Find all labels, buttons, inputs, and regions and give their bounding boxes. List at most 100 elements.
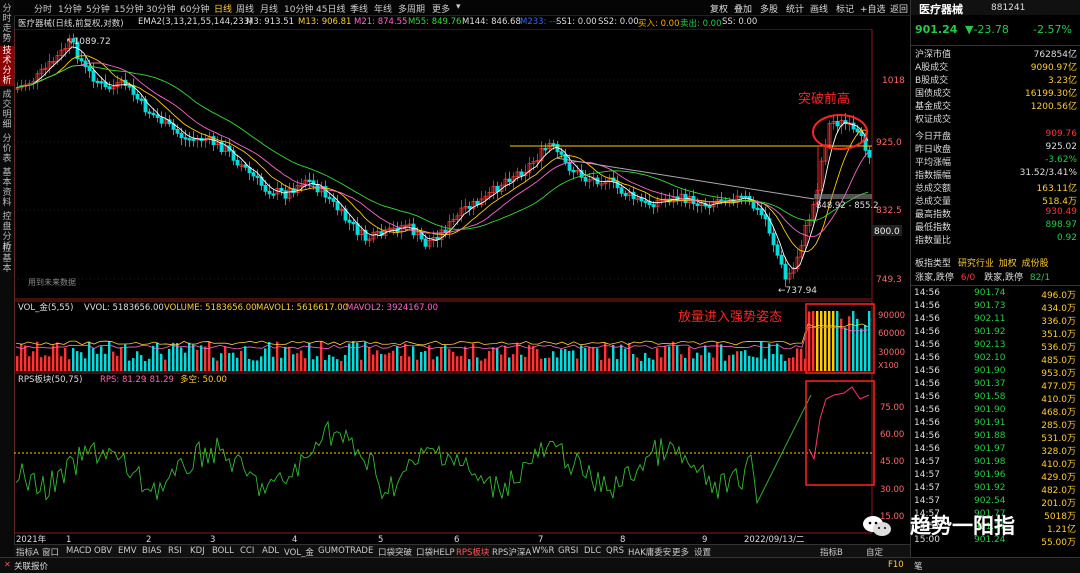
close-icon[interactable]: ✕ [4, 560, 11, 569]
vtab-deals[interactable]: 成交明细 [0, 90, 14, 130]
chevron-down-icon[interactable]: ▾ [456, 2, 461, 12]
tick-time: 14:57 [914, 483, 940, 493]
tick-row: 14:56 901.74 496.0万 [914, 288, 1078, 301]
quote-row-label: 沪深市值 [915, 50, 952, 60]
tab-more[interactable]: 更多 [432, 2, 450, 15]
indicator-tab[interactable]: MACD [66, 546, 91, 556]
tick-mode-button[interactable]: 笔 [914, 560, 923, 572]
tab-monthly[interactable]: 月线 [260, 2, 278, 15]
volume-bar [240, 350, 243, 371]
volume-bar [344, 354, 347, 371]
candle-body [335, 201, 340, 211]
tab-30min[interactable]: 30分钟 [146, 2, 175, 15]
volume-bar [608, 358, 611, 371]
tick-row: 14:56 902.10 485.0万 [914, 353, 1078, 366]
vtab-price-table[interactable]: 分价表 [0, 134, 14, 166]
indicator-tab[interactable]: DLC [584, 546, 601, 556]
volume-bar [280, 357, 283, 371]
svg-text:60000: 60000 [878, 329, 905, 339]
tab-weekly[interactable]: 周线 [236, 2, 254, 15]
volume-bar [304, 358, 307, 371]
legend-m55: M55: 849.76 [408, 17, 462, 27]
f10-button[interactable]: F10 [888, 560, 904, 570]
tab-15min[interactable]: 15分钟 [114, 2, 143, 15]
quote-row-label: 最高指数 [915, 210, 952, 220]
indicator-tab[interactable]: W%R [532, 546, 554, 556]
volume-bar [412, 346, 415, 371]
indicator-tab[interactable]: BOLL [212, 546, 234, 556]
volume-bar [552, 351, 555, 371]
candle-body [707, 205, 712, 208]
indicator-tab[interactable]: QRS [606, 546, 624, 556]
tab-year[interactable]: 年线 [374, 2, 392, 15]
volume-bar [168, 348, 171, 371]
candle-body [519, 171, 524, 176]
multi-stock-button[interactable]: 多股 [760, 2, 778, 15]
tab-daily[interactable]: 日线 [214, 2, 232, 15]
indicator-tab[interactable]: KDJ [190, 546, 205, 556]
volume-bar [548, 357, 551, 371]
kline-chart[interactable]: 1018 925.0 832.5 800.0 749.3 ↖1089.72 ←7… [14, 29, 910, 544]
volume-bar [632, 353, 635, 371]
tick-row: 14:56 902.13 536.0万 [914, 340, 1078, 353]
add-favorite-button[interactable]: +自选 [860, 2, 886, 15]
tab-season[interactable]: 季线 [350, 2, 368, 15]
restore-button[interactable]: 复权 [710, 2, 728, 15]
volume-bar [200, 345, 203, 371]
tick-time: 14:56 [914, 366, 940, 376]
mark-button[interactable]: 标记 [836, 2, 854, 15]
candle-body [779, 254, 784, 265]
indicator-tab[interactable]: GUMOTRADE [318, 546, 373, 556]
volume-bar [616, 359, 619, 371]
candle-body [279, 187, 284, 192]
tick-row: 14:57 901.98 410.0万 [914, 457, 1078, 470]
vtab-fundamentals[interactable]: 基本资料 [0, 168, 14, 208]
indicator-tab[interactable]: GRSI [558, 546, 578, 556]
volume-bar [276, 341, 279, 371]
tick-time: 14:56 [914, 314, 940, 324]
volume-bar [324, 359, 327, 371]
tab-10min[interactable]: 10分钟 [284, 2, 313, 15]
quote-row-value: 163.11亿 [1036, 184, 1078, 194]
indicator-tab[interactable]: BIAS [142, 546, 162, 556]
volume-bar [488, 351, 491, 371]
quote-row: 指数量比 0.92 [915, 233, 1077, 246]
tab-multi-period[interactable]: 多周期 [398, 2, 425, 15]
volume-bar [624, 348, 627, 371]
volume-bar [52, 345, 55, 371]
overlay-button[interactable]: 叠加 [734, 2, 752, 15]
candle-body [739, 195, 744, 198]
candle-body [571, 170, 576, 173]
back-button[interactable]: 返回 [890, 2, 908, 15]
volume-axis: 90000 60000 30000 X100 [878, 311, 905, 370]
vtab-basic[interactable]: 控基本 [0, 244, 14, 274]
indicator-tab[interactable]: ADL [262, 546, 279, 556]
volume-bar [532, 345, 535, 371]
tab-1min[interactable]: 1分钟 [58, 2, 82, 15]
indicator-tab[interactable]: CCI [240, 546, 254, 556]
tick-time: 14:56 [914, 301, 940, 311]
tab-60min[interactable]: 60分钟 [180, 2, 209, 15]
volume-bar [508, 357, 511, 371]
indicator-tab[interactable]: EMV [118, 546, 137, 556]
indicator-toolbar: 指标A 窗口 MACD OBV EMV BIAS RSI KDJ BOLL CCI ADL VOL_金… [14, 544, 910, 558]
period-toolbar: 分时 1分钟 5分钟 15分钟 30分钟 60分钟 日线 周线 月线 10分钟 … [14, 0, 910, 16]
svg-text:75.00: 75.00 [880, 403, 904, 413]
tab-fenshi[interactable]: 分时 [34, 2, 52, 15]
indicator-tab[interactable]: RSI [168, 546, 182, 556]
volume-bar [716, 342, 719, 371]
draw-line-button[interactable]: 画线 [810, 2, 828, 15]
statistics-button[interactable]: 统计 [786, 2, 804, 15]
indicator-tab[interactable]: OBV [94, 546, 112, 556]
candle-body [179, 132, 184, 139]
tab-5min[interactable]: 5分钟 [86, 2, 110, 15]
vtab-technical[interactable]: 技术分析 [0, 46, 14, 86]
tick-row: 14:56 901.37 477.0万 [914, 379, 1078, 392]
tab-45day[interactable]: 45日线 [316, 2, 345, 15]
quote-name: 医疗器械 [919, 3, 963, 16]
quote-code: 881241 [991, 3, 1026, 13]
tick-price: 901.73 [974, 301, 1006, 311]
legend-m3: M3: 913.51 [246, 17, 295, 27]
candle-body [867, 149, 872, 158]
quote-row: 最高指数 930.49 [915, 207, 1077, 220]
